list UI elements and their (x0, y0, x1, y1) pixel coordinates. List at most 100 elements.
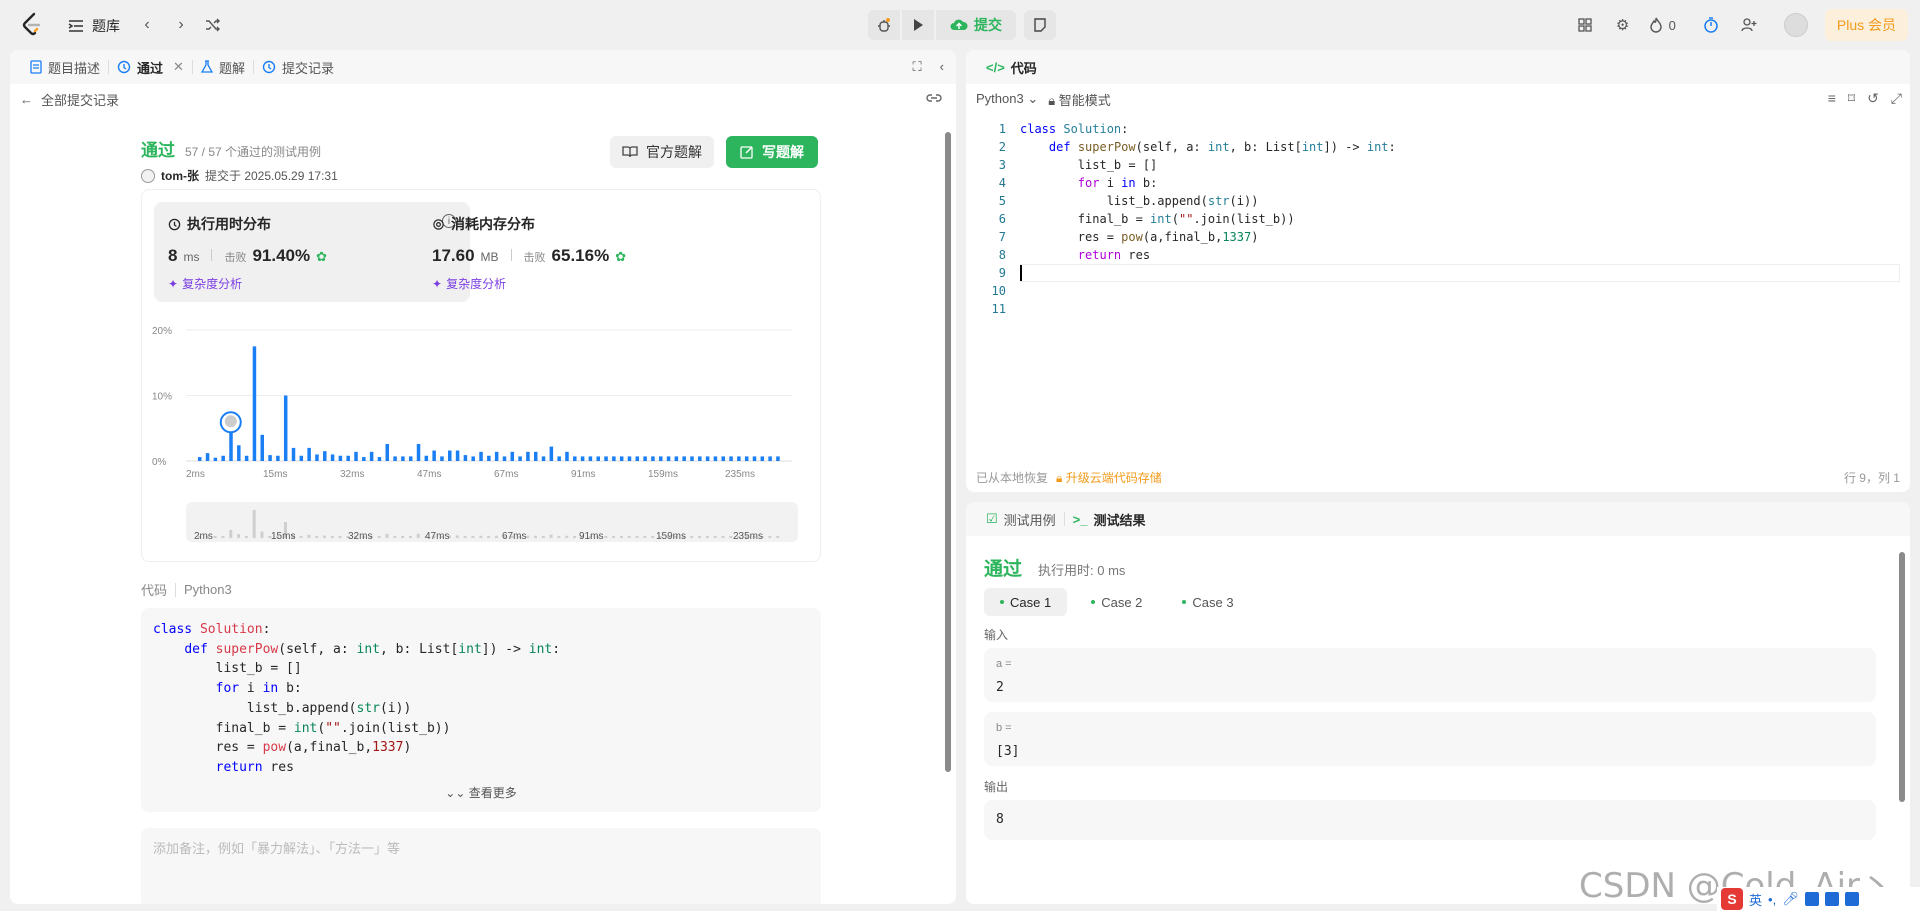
chart-bar[interactable] (448, 450, 452, 461)
case-tab[interactable]: Case 2 (1075, 588, 1158, 616)
chart-bar[interactable] (315, 454, 319, 461)
chart-bar[interactable] (666, 456, 671, 461)
submit-button[interactable]: 提交 (936, 10, 1016, 40)
notes-button[interactable] (1024, 10, 1056, 40)
timer-button[interactable] (1699, 13, 1723, 37)
see-more-button[interactable]: ⌄⌄ 查看更多 (141, 784, 821, 804)
chart-bar[interactable] (354, 451, 358, 461)
random-problem-button[interactable] (202, 14, 224, 36)
tab-test-result[interactable]: >_ 测试结果 (1065, 502, 1154, 536)
chart-bar[interactable] (705, 456, 710, 461)
write-solution-button[interactable]: 写题解 (726, 136, 818, 168)
chart-bar[interactable] (471, 456, 475, 461)
next-problem-button[interactable]: › (170, 14, 192, 36)
chart-bar[interactable] (760, 456, 765, 461)
chart-bar[interactable] (440, 456, 444, 461)
chart-bar[interactable] (643, 456, 647, 461)
chart-bar[interactable] (276, 455, 280, 461)
chart-bar[interactable] (752, 456, 757, 461)
chart-bar[interactable] (713, 456, 718, 461)
chart-bar[interactable] (541, 456, 546, 461)
ime-language[interactable]: 英 (1749, 890, 1762, 909)
microphone-icon[interactable]: 🎤︎ (1782, 891, 1799, 907)
chart-bar[interactable] (198, 457, 202, 461)
chart-bar[interactable] (494, 451, 499, 461)
chart-bar[interactable] (330, 454, 335, 461)
chart-bar[interactable] (237, 445, 241, 461)
memory-card[interactable]: 消耗内存分布 17.60 MB 击败 65.16% ✿ ✦ 复杂度分析 (418, 202, 734, 302)
chart-bar[interactable] (432, 450, 436, 461)
plus-membership-button[interactable]: Plus 会员 (1824, 9, 1908, 41)
invite-button[interactable] (1737, 13, 1761, 37)
editor-code[interactable]: class Solution: def superPow(self, a: in… (1020, 120, 1396, 300)
leetcode-logo-icon[interactable] (20, 12, 44, 38)
smart-mode-toggle[interactable]: 🔒︎ 智能模式 (1048, 90, 1111, 109)
chart-bar[interactable] (338, 455, 343, 461)
chart-bar[interactable] (283, 395, 288, 462)
chart-bar[interactable] (682, 456, 686, 461)
chart-bar[interactable] (385, 443, 390, 461)
author-name[interactable]: tom-张 (161, 167, 199, 184)
maximize-icon[interactable]: ⛶ (913, 59, 922, 75)
chart-bar[interactable] (377, 457, 382, 461)
chart-bar[interactable] (776, 456, 780, 461)
chart-bar[interactable] (455, 450, 460, 461)
chart-bar[interactable] (369, 451, 374, 461)
chart-bar[interactable] (612, 456, 616, 461)
complexity-analysis-link[interactable]: ✦ 复杂度分析 (168, 275, 456, 292)
chart-bar[interactable] (658, 456, 663, 461)
problem-list-button[interactable]: 题库 (68, 16, 120, 36)
tab-submissions[interactable]: 提交记录 (254, 50, 342, 84)
chart-bar[interactable] (619, 456, 624, 461)
keyboard-icon[interactable] (1804, 892, 1819, 906)
chart-bar[interactable] (596, 456, 600, 461)
share-link-icon[interactable] (926, 92, 942, 107)
ime-toolbar[interactable]: S 英 •, 🎤︎ (1717, 887, 1920, 911)
chart-bar[interactable] (580, 456, 585, 461)
settings-button[interactable]: ⚙ (1611, 13, 1635, 37)
tab-accepted[interactable]: 通过 ✕ (109, 50, 192, 84)
chart-bar[interactable] (323, 451, 327, 461)
chart-bar[interactable] (205, 453, 210, 461)
language-select[interactable]: Python3 ⌄ (976, 91, 1038, 107)
note-input[interactable]: 添加备注，例如「暴力解法」、「方法一」等 (141, 828, 821, 904)
chart-bar[interactable] (479, 451, 483, 461)
chart-bar[interactable] (268, 455, 272, 461)
chart-bar[interactable] (260, 434, 265, 461)
chart-bar[interactable] (604, 456, 608, 461)
case-tab[interactable]: Case 1 (984, 588, 1068, 616)
chart-bar[interactable] (729, 456, 733, 461)
chart-bar[interactable] (487, 455, 491, 461)
chart-bar[interactable] (213, 457, 218, 461)
scroll-thumb[interactable] (1899, 552, 1905, 802)
chart-bar[interactable] (401, 456, 405, 461)
chart-bar[interactable] (346, 455, 350, 461)
chart-bar[interactable] (721, 456, 725, 461)
chart-bar[interactable] (768, 456, 772, 461)
official-solution-button[interactable]: 官方题解 (610, 136, 714, 168)
chart-bar[interactable] (698, 456, 702, 461)
code-editor[interactable]: 1 2 3 4 5 6 7 8 9 10 11 class Solution: def superP… (966, 114, 1910, 444)
tab-testcase[interactable]: ☑ 测试用例 (978, 502, 1064, 536)
chart-bar[interactable] (221, 455, 225, 461)
chart-bar[interactable] (588, 456, 593, 461)
right-scrollbar[interactable] (1898, 542, 1906, 882)
chart-bar[interactable] (674, 456, 679, 461)
streak-button[interactable]: 0 (1649, 13, 1676, 37)
user-avatar[interactable] (1783, 13, 1808, 37)
case-tab[interactable]: Case 3 (1166, 588, 1249, 616)
reset-icon[interactable]: ↺ (1867, 90, 1879, 107)
chart-bar[interactable] (635, 456, 640, 461)
chart-bar[interactable] (557, 456, 561, 461)
runtime-distribution-chart[interactable]: 20% 10% 0% 2ms 15ms 32ms 47ms 67ms 91ms 159ms 235m… (152, 310, 812, 555)
avatar[interactable] (141, 168, 155, 183)
chart-bar[interactable] (244, 455, 249, 461)
close-icon[interactable]: ✕ (173, 59, 184, 75)
scroll-thumb[interactable] (945, 132, 951, 772)
tab-description[interactable]: 题目描述 (22, 50, 108, 84)
punctuation-icon[interactable]: •, (1768, 892, 1776, 907)
skin-icon[interactable] (1824, 892, 1839, 906)
expand-icon[interactable]: ⤢ (1891, 90, 1902, 107)
chart-bar[interactable] (502, 456, 507, 461)
chart-bar[interactable] (362, 457, 366, 461)
